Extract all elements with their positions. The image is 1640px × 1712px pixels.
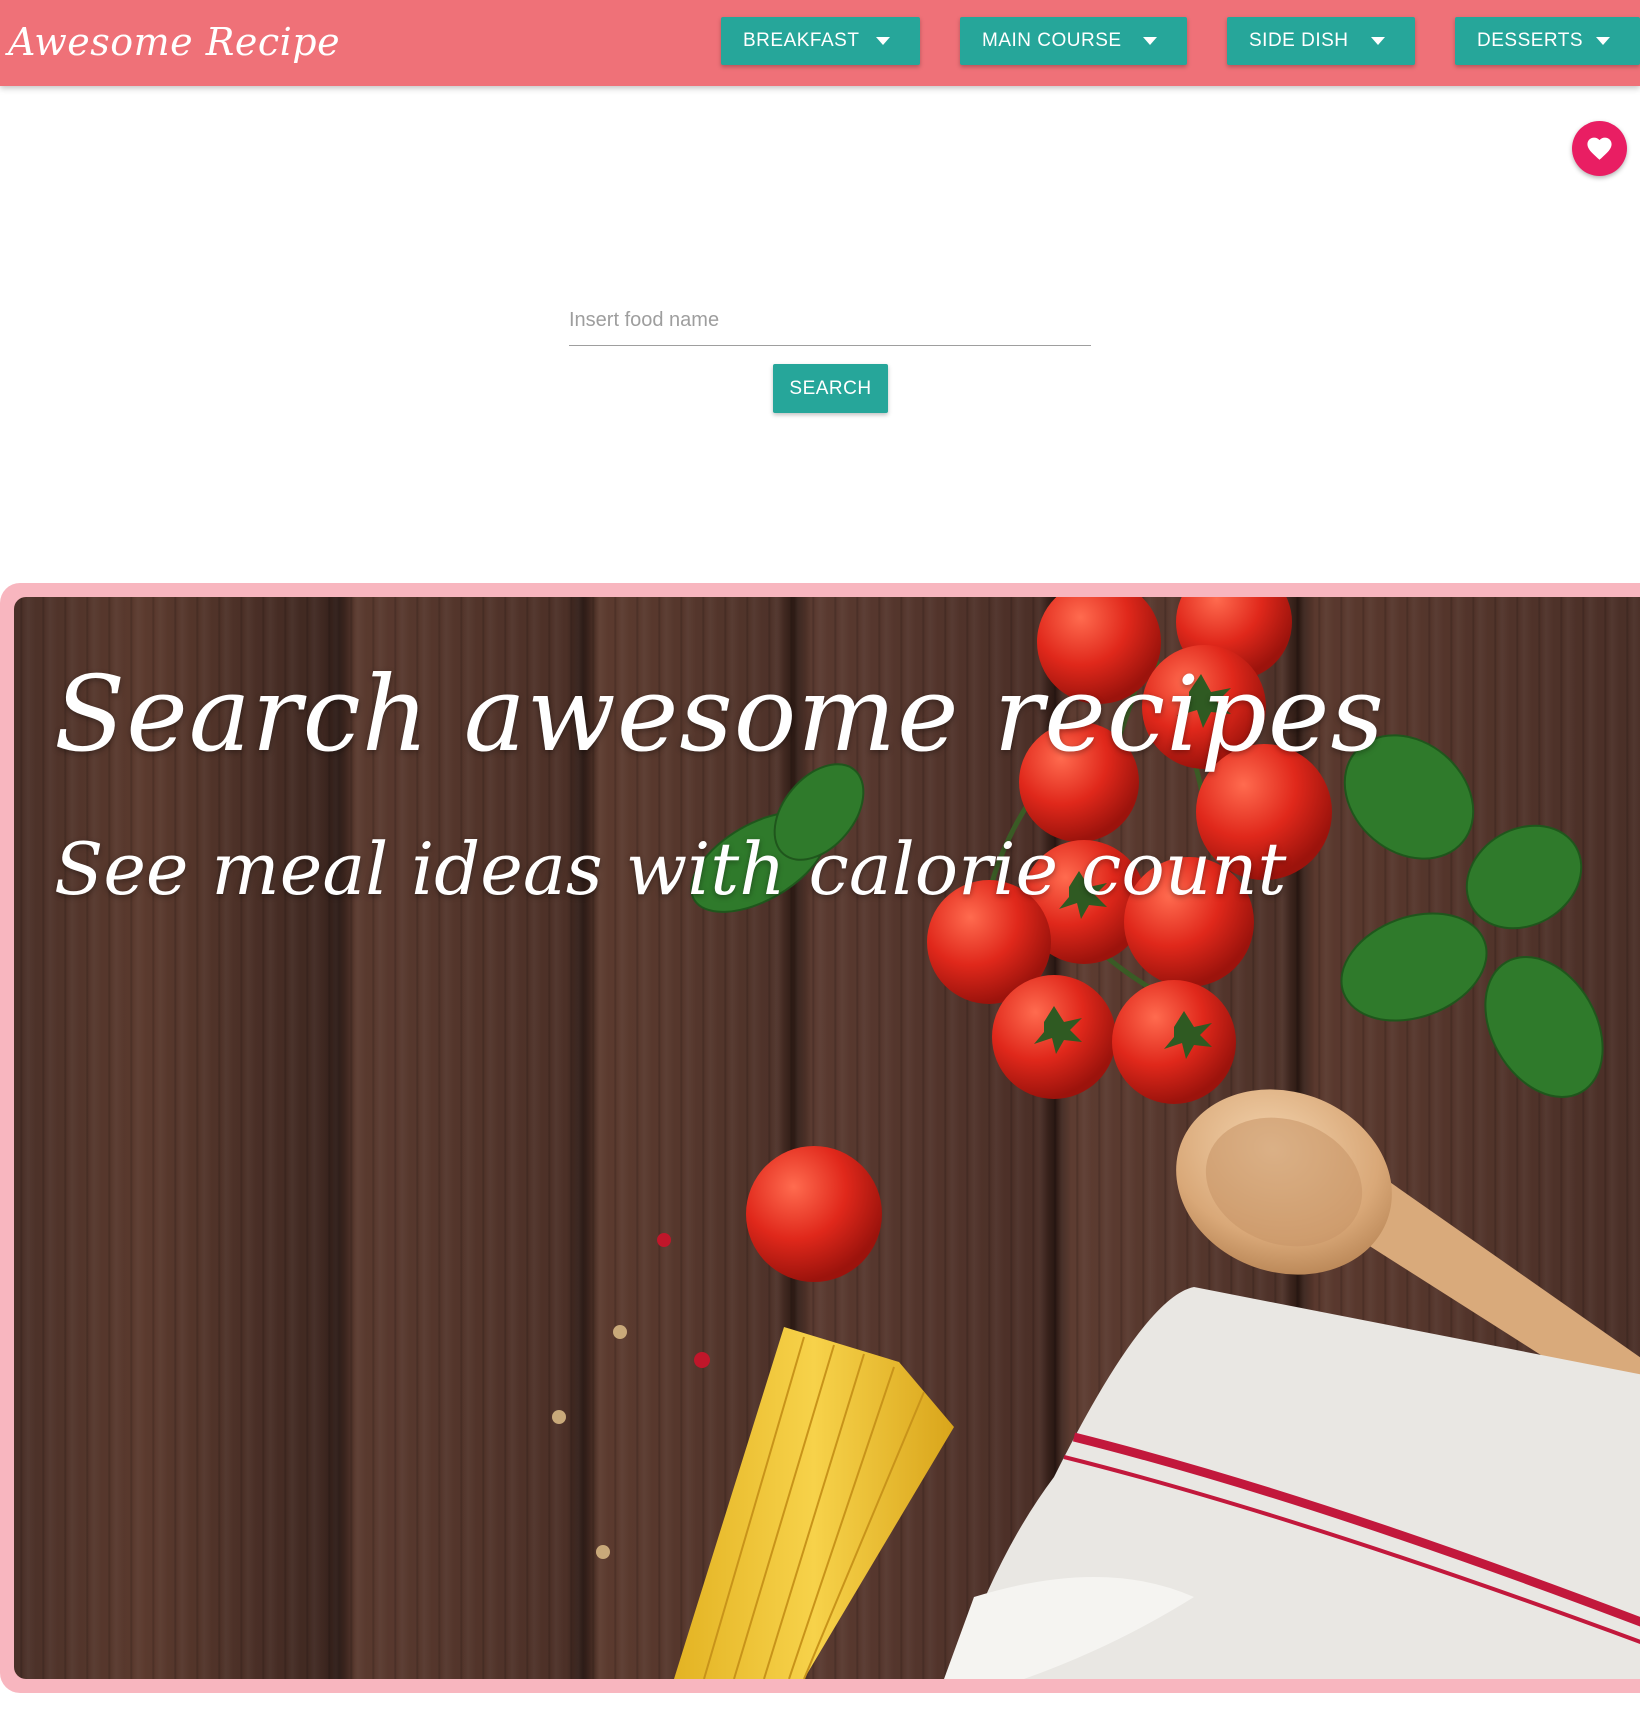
hero-banner: Search awesome recipes See meal ideas wi… — [0, 583, 1640, 1693]
breakfast-label: BREAKFAST — [743, 30, 860, 51]
desserts-dropdown-button[interactable]: DESSERTS — [1455, 17, 1640, 65]
heart-icon — [1587, 137, 1612, 160]
hero-subtitle: See meal ideas with calorie count — [54, 827, 1287, 911]
caret-down-icon — [1143, 37, 1157, 45]
brand-logo[interactable]: Awesome Recipe — [8, 20, 340, 64]
top-navbar: Awesome Recipe BREAKFAST MAIN COURSE SID… — [0, 0, 1640, 86]
side-dish-label: SIDE DISH — [1249, 30, 1349, 51]
search-button[interactable]: SEARCH — [773, 364, 888, 413]
caret-down-icon — [1596, 37, 1610, 45]
main-course-dropdown-button[interactable]: MAIN COURSE — [960, 17, 1187, 65]
side-dish-dropdown-button[interactable]: SIDE DISH — [1227, 17, 1415, 65]
caret-down-icon — [1371, 37, 1385, 45]
desserts-label: DESSERTS — [1477, 30, 1584, 51]
breakfast-dropdown-button[interactable]: BREAKFAST — [721, 17, 920, 65]
main-course-label: MAIN COURSE — [982, 30, 1122, 51]
hero-title: Search awesome recipes — [54, 653, 1385, 775]
favorites-button[interactable] — [1572, 121, 1627, 176]
hero-image: Search awesome recipes See meal ideas wi… — [14, 597, 1640, 1679]
food-search-input[interactable] — [569, 296, 1091, 346]
caret-down-icon — [876, 37, 890, 45]
